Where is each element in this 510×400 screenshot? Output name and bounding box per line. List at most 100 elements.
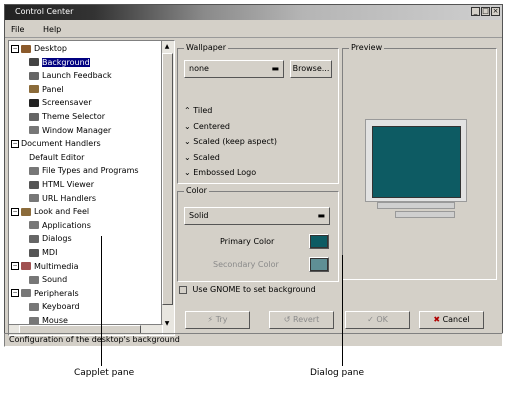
color-group: Color Solid ▬ Primary Color Secondary Co… (177, 186, 339, 282)
tree-item-keyboard[interactable]: Keyboard (29, 301, 80, 313)
close-button[interactable]: × (491, 7, 500, 16)
peripherals-icon (21, 289, 31, 298)
tree-item-url-handlers[interactable]: URL Handlers (29, 193, 96, 205)
filetypes-icon (29, 166, 39, 175)
secondary-color-swatch (310, 258, 328, 271)
browse-button[interactable]: Browse... (290, 60, 332, 78)
tree-item-desktop[interactable]: − Desktop (11, 43, 67, 55)
tree-item-default-editor[interactable]: Default Editor (29, 152, 84, 164)
capplet-tree[interactable]: − Desktop Background Launch Feedback Panel Sc… (8, 40, 163, 336)
minimize-button[interactable]: _ (471, 7, 480, 16)
dropdown-icon: ▬ (317, 211, 325, 220)
tree-item-screensaver[interactable]: Screensaver (29, 97, 92, 109)
tree-item-label: Default Editor (29, 152, 85, 162)
ok-button[interactable]: ✓ OK (345, 311, 410, 329)
wallpaper-option-centered[interactable]: ⌄ Centered (184, 122, 230, 131)
tree-item-document-handlers[interactable]: − Document Handlers (11, 138, 101, 150)
tree-item-label: File Types and Programs (42, 166, 139, 176)
menu-file[interactable]: File (11, 25, 24, 34)
dialog-callout-line (342, 255, 343, 366)
revert-label: Revert (293, 315, 320, 324)
cancel-button[interactable]: ✖ Cancel (419, 311, 484, 329)
wallpaper-select[interactable]: none ▬ (184, 60, 284, 78)
wallpaper-option-label: Tiled (193, 106, 213, 115)
color-mode-value: Solid (189, 211, 209, 220)
wallpaper-option-embossed-logo[interactable]: ⌄ Embossed Logo (184, 168, 256, 177)
screen-icon (29, 98, 39, 107)
tree-vertical-scrollbar[interactable]: ▲ ▼ (161, 40, 175, 336)
tree-item-label: MDI (42, 248, 58, 257)
primary-color-button[interactable] (309, 234, 329, 249)
title-bar[interactable]: Control Center _ □ × (5, 5, 502, 20)
status-text: Configuration of the desktop's backgroun… (9, 335, 180, 344)
tree-item-label: Dialogs (42, 234, 72, 244)
collapse-icon[interactable]: − (11, 44, 19, 53)
wallpaper-selected: none (189, 64, 209, 73)
collapse-icon[interactable]: − (11, 207, 19, 216)
tree-item-dialogs[interactable]: Dialogs (29, 233, 72, 245)
radio-icon: ⌄ (184, 137, 194, 146)
try-label: Try (215, 315, 228, 324)
wallpaper-option-scaled[interactable]: ⌄ Scaled (184, 153, 220, 162)
tree-item-launch-feedback[interactable]: Launch Feedback (29, 70, 112, 82)
use-gnome-checkbox[interactable]: Use GNOME to set background (179, 285, 316, 294)
tree-item-html-viewer[interactable]: HTML Viewer (29, 179, 94, 191)
cancel-label: Cancel (442, 315, 470, 324)
url-icon (29, 194, 39, 203)
dialogs-icon (29, 234, 39, 243)
use-gnome-label: Use GNOME to set background (192, 285, 316, 294)
tree-item-background[interactable]: Background (29, 57, 90, 69)
checkbox-icon (179, 285, 187, 294)
radio-selected-icon: ⌃ (184, 106, 194, 115)
tree-item-sound[interactable]: Sound (29, 274, 67, 286)
panel-icon (29, 85, 39, 94)
desktop-icon (21, 44, 31, 53)
wallpaper-option-label: Scaled (193, 152, 220, 162)
primary-color-label: Primary Color (220, 237, 275, 246)
tree-item-multimedia[interactable]: − Multimedia (11, 261, 78, 273)
tree-item-label: Panel (42, 84, 64, 94)
tree-item-window-manager[interactable]: Window Manager (29, 125, 111, 137)
tree-item-look-and-feel[interactable]: − Look and Feel (11, 206, 89, 218)
scroll-down-icon[interactable]: ▼ (163, 319, 171, 329)
tree-item-label: Look and Feel (34, 207, 90, 217)
ok-label: OK (376, 315, 388, 324)
scroll-up-icon[interactable]: ▲ (163, 42, 171, 52)
maximize-button[interactable]: □ (481, 7, 490, 16)
tree-item-panel[interactable]: Panel (29, 84, 64, 96)
status-bar: Configuration of the desktop's backgroun… (4, 333, 503, 347)
dropdown-icon: ▬ (271, 64, 279, 73)
menu-help[interactable]: Help (43, 25, 61, 34)
tree-item-peripherals[interactable]: − Peripherals (11, 288, 79, 300)
tree-item-applications[interactable]: Applications (29, 220, 91, 232)
collapse-icon[interactable]: − (11, 139, 19, 148)
revert-button[interactable]: ↺ Revert (269, 311, 334, 329)
collapse-icon[interactable]: − (11, 262, 19, 271)
try-button[interactable]: ⚡ Try (185, 311, 250, 329)
color-mode-select[interactable]: Solid ▬ (184, 207, 330, 225)
tree-item-theme-selector[interactable]: Theme Selector (29, 111, 105, 123)
tree-item-file-types-and-programs[interactable]: File Types and Programs (29, 165, 139, 177)
tree-item-label: Multimedia (34, 261, 79, 271)
color-label: Color (184, 186, 209, 195)
monitor-icon (365, 119, 467, 202)
wallpaper-option-label: Centered (193, 121, 230, 131)
wallpaper-option-scaled-keep-aspect-[interactable]: ⌄ Scaled (keep aspect) (184, 137, 277, 146)
tree-item-mdi[interactable]: MDI (29, 247, 57, 259)
secondary-color-button[interactable] (309, 257, 329, 272)
tree-item-label: Peripherals (34, 288, 79, 298)
collapse-icon[interactable]: − (11, 289, 19, 298)
wallpaper-option-label: Scaled (keep aspect) (193, 137, 278, 146)
secondary-color-label: Secondary Color (213, 260, 279, 269)
wallpaper-option-tiled[interactable]: ⌃ Tiled (184, 106, 212, 115)
capplet-pane-callout: Capplet pane (74, 368, 135, 378)
multimedia-icon (21, 262, 31, 271)
ok-icon: ✓ (367, 315, 374, 324)
tree-item-label: Document Handlers (21, 139, 101, 149)
try-icon: ⚡ (207, 315, 214, 324)
monitor-base (377, 202, 455, 209)
capplet-callout-line (101, 236, 102, 366)
radio-icon: ⌄ (184, 168, 194, 177)
scroll-thumb[interactable] (162, 53, 173, 305)
wallpaper-group: Wallpaper none ▬ Browse... ⌃ Tiled ⌄ Cent… (177, 43, 339, 184)
